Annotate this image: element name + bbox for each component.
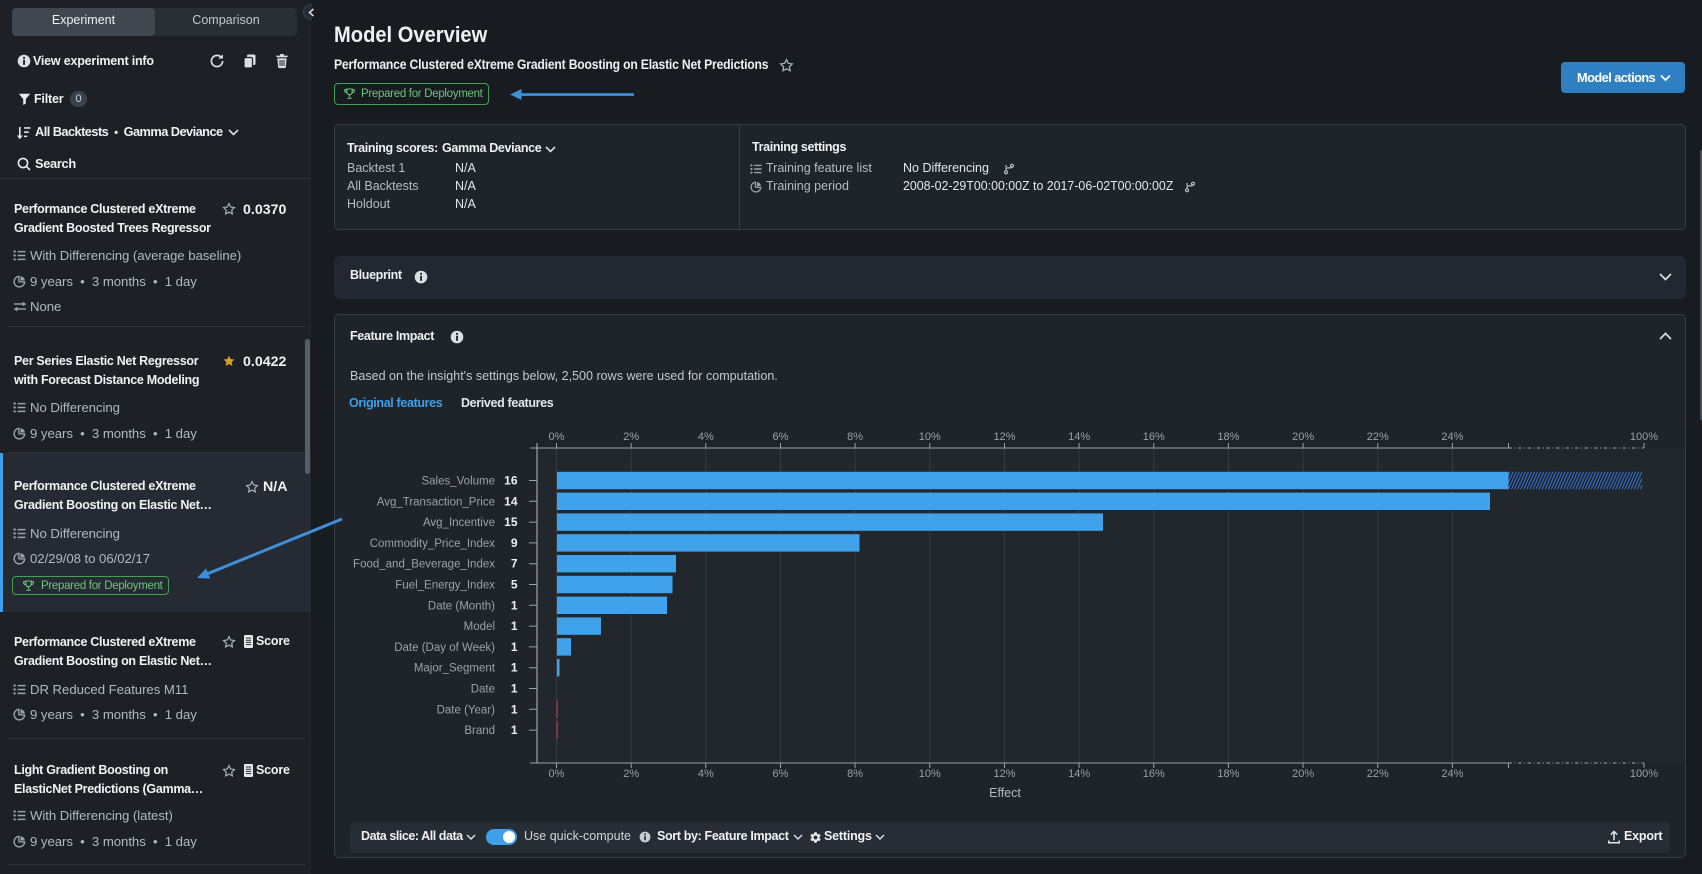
svg-text:Model: Model [464, 621, 495, 633]
svg-text:14%: 14% [1068, 768, 1090, 780]
svg-text:1: 1 [511, 640, 518, 654]
svg-text:20%: 20% [1292, 431, 1314, 443]
svg-text:6%: 6% [773, 768, 789, 780]
svg-text:Fuel_Energy_Index: Fuel_Energy_Index [395, 580, 495, 592]
svg-text:18%: 18% [1217, 768, 1239, 780]
svg-text:10%: 10% [919, 768, 941, 780]
svg-text:1: 1 [511, 682, 518, 696]
svg-text:4%: 4% [698, 431, 714, 443]
svg-text:2%: 2% [623, 431, 639, 443]
svg-text:1: 1 [511, 598, 518, 612]
svg-text:5: 5 [511, 578, 518, 592]
svg-text:Date (Month): Date (Month) [428, 600, 495, 612]
svg-text:2%: 2% [623, 768, 639, 780]
svg-text:4%: 4% [698, 768, 714, 780]
svg-text:8%: 8% [847, 768, 863, 780]
svg-text:Sales_Volume: Sales_Volume [421, 476, 495, 488]
svg-text:18%: 18% [1217, 431, 1239, 443]
svg-text:16: 16 [504, 474, 518, 488]
svg-text:Commodity_Price_Index: Commodity_Price_Index [370, 538, 496, 550]
svg-text:22%: 22% [1367, 768, 1389, 780]
svg-text:24%: 24% [1441, 431, 1463, 443]
svg-text:15: 15 [504, 515, 518, 529]
svg-text:0%: 0% [549, 768, 565, 780]
svg-text:10%: 10% [919, 431, 941, 443]
svg-text:16%: 16% [1143, 431, 1165, 443]
svg-text:Food_and_Beverage_Index: Food_and_Beverage_Index [353, 559, 495, 571]
svg-text:12%: 12% [993, 431, 1015, 443]
svg-text:Date: Date [471, 684, 495, 696]
svg-text:14%: 14% [1068, 431, 1090, 443]
svg-text:9: 9 [511, 536, 518, 550]
svg-text:1: 1 [511, 661, 518, 675]
svg-text:Major_Segment: Major_Segment [414, 663, 496, 675]
svg-text:1: 1 [511, 702, 518, 716]
svg-text:Date (Year): Date (Year) [437, 704, 496, 716]
svg-text:22%: 22% [1367, 431, 1389, 443]
svg-text:Effect: Effect [989, 786, 1021, 800]
svg-text:Avg_Transaction_Price: Avg_Transaction_Price [377, 496, 495, 508]
svg-text:1: 1 [511, 619, 518, 633]
svg-text:Avg_Incentive: Avg_Incentive [423, 517, 495, 529]
svg-text:14: 14 [504, 494, 518, 508]
svg-text:0%: 0% [549, 431, 565, 443]
svg-text:100%: 100% [1630, 768, 1658, 780]
svg-text:12%: 12% [993, 768, 1015, 780]
svg-text:6%: 6% [773, 431, 789, 443]
svg-text:7: 7 [511, 557, 518, 571]
svg-text:1: 1 [511, 723, 518, 737]
svg-text:16%: 16% [1143, 768, 1165, 780]
svg-text:Brand: Brand [464, 725, 495, 737]
svg-text:100%: 100% [1630, 431, 1658, 443]
svg-text:20%: 20% [1292, 768, 1314, 780]
svg-text:Date (Day of Week): Date (Day of Week) [394, 642, 495, 654]
svg-text:8%: 8% [847, 431, 863, 443]
svg-text:24%: 24% [1441, 768, 1463, 780]
